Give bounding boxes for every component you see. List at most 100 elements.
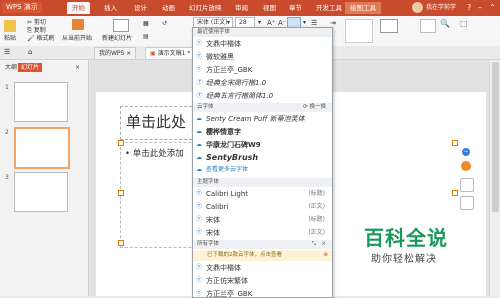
vertical-scrollbar[interactable] [489, 60, 500, 296]
cloud-download-notice[interactable]: 已下载的2款云字体，点击查看 ⊗ [193, 250, 332, 261]
paste-button[interactable]: 粘贴 [2, 33, 18, 45]
tab-home[interactable]: 开始 [67, 2, 90, 14]
tab-design[interactable]: 设计 [129, 2, 152, 14]
tab-animation[interactable]: 动画 [157, 2, 180, 14]
font-item[interactable]: ☁ Senty Cream Puff 新蒂泡芙体 [193, 113, 332, 125]
font-item[interactable]: Ⓣ 宋体 (正文) [193, 227, 332, 239]
font-item-label: SentyBrush [206, 153, 259, 162]
font-item[interactable]: ☁ SentyBrush [193, 152, 332, 164]
user-name[interactable]: 我在学前学 [426, 2, 456, 14]
more-cloud-fonts-link[interactable]: ☁ 查看更多云字体 [193, 164, 332, 176]
arrange-icon[interactable] [420, 19, 436, 33]
font-item[interactable]: Ⓣ 方正兰亭_GBK [193, 288, 332, 297]
tab-slides[interactable]: 幻灯片 [18, 63, 43, 72]
resize-handle[interactable] [118, 240, 124, 246]
more-cloud-fonts-label: 查看更多云字体 [206, 166, 249, 173]
body-placeholder[interactable]: • 单击此处添加 [120, 142, 201, 248]
font-item-label: Calibri Light [206, 190, 249, 198]
sidebar-toggle-icon[interactable]: ☰ [4, 48, 10, 56]
font-item-label: 宋体 [206, 216, 220, 224]
tab-view[interactable]: 视图 [258, 2, 281, 14]
font-type-icon: Ⓣ [196, 277, 203, 284]
font-item[interactable]: Ⓣ 方正仿宋繁体 [193, 275, 332, 287]
tab-section[interactable]: 章节 [284, 2, 307, 14]
close-icon[interactable]: × [126, 50, 131, 57]
avatar[interactable] [412, 2, 423, 13]
help-icon[interactable]: ? [467, 1, 471, 14]
shuffle-label: 换一换 [309, 104, 326, 110]
font-role-tag: (标题) [308, 216, 325, 223]
font-item[interactable]: Ⓣ 经典全宋简行楷1.0 [193, 77, 332, 89]
wps-logo[interactable]: WPS 演示 [2, 2, 42, 13]
font-item[interactable]: Ⓣ 文鼎中楷体 [193, 262, 332, 274]
font-item-label: 方正兰亭_GBK [206, 66, 253, 74]
font-type-icon: Ⓣ [196, 92, 203, 99]
resize-handle[interactable] [118, 190, 124, 196]
fill-icon[interactable] [460, 178, 474, 192]
font-role-tag: (标题) [308, 190, 325, 197]
font-item[interactable]: Ⓣ Calibri Light (标题) [193, 188, 332, 200]
scrollbar-thumb[interactable] [492, 62, 499, 212]
slide-thumbnail-2[interactable] [14, 127, 70, 169]
minimize-icon[interactable]: – [478, 1, 482, 14]
close-panel-icon[interactable]: × [75, 64, 80, 71]
find-icon[interactable]: 🔍 [440, 19, 450, 28]
layout-icon[interactable]: ▦ [143, 20, 149, 27]
tab-drawing-tools[interactable]: 绘图工具 [345, 2, 381, 14]
slide-thumbnail-3[interactable] [14, 172, 68, 212]
font-item[interactable]: Ⓣ 宋体 (标题) [193, 214, 332, 226]
tab-insert[interactable]: 插入 [99, 2, 122, 14]
tab-my-wps[interactable]: 我的WPS × [94, 47, 137, 59]
dismiss-icon[interactable]: ⊗ [323, 250, 328, 261]
font-type-icon: Ⓣ [196, 190, 203, 197]
format-painter-button[interactable]: 🖌 格式刷 [25, 33, 57, 45]
font-item[interactable]: Ⓣ 方正兰亭_GBK [193, 64, 332, 76]
collapse-icon[interactable]: ⤡ [312, 240, 316, 249]
font-type-icon: Ⓣ [196, 290, 203, 297]
thumb-number: 3 [5, 174, 9, 181]
font-item[interactable]: ☁ 樱桦情意字 [193, 126, 332, 138]
theme-fonts-header: 主题字体 [193, 178, 332, 187]
home-icon[interactable]: ⌂ [28, 48, 32, 56]
font-item-label: 经典全宋简行楷1.0 [206, 79, 267, 87]
tab-review[interactable]: 审阅 [230, 2, 253, 14]
tab-developer[interactable]: 开发工具 [311, 2, 347, 14]
font-item-label: 经典五言行楷简体1.0 [206, 92, 274, 100]
cloud-fonts-header-label: 云字体 [197, 104, 214, 110]
resize-handle[interactable] [118, 140, 124, 146]
from-current-button[interactable]: 从当前开始 [60, 33, 94, 45]
font-item-label: 文鼎中楷体 [206, 40, 241, 48]
tab-slideshow[interactable]: 幻灯片放映 [184, 2, 227, 14]
font-type-icon: Ⓣ [196, 66, 203, 73]
section-icon[interactable]: ▤ [143, 33, 149, 40]
new-slide-icon[interactable] [113, 19, 129, 32]
minus-icon[interactable]: − [462, 148, 470, 156]
font-item[interactable]: Ⓣ 文鼎中楷体 [193, 38, 332, 50]
outline-icon[interactable] [460, 196, 474, 210]
textbox-icon[interactable] [380, 19, 398, 33]
tab-presentation-1-label: 演示文稿1 * [157, 50, 191, 57]
shape-gallery[interactable] [345, 19, 373, 43]
play-from-current-icon[interactable] [72, 19, 84, 30]
reset-icon[interactable]: ↺ [162, 20, 167, 27]
font-item[interactable]: Ⓣ Calibri (正文) [193, 201, 332, 213]
font-dropdown[interactable]: 最近使用字体 Ⓣ 文鼎中楷体 Ⓣ 微软雅黑 Ⓣ 方正兰亭_GBK Ⓣ 经典全宋简行楷1.… [192, 27, 333, 298]
quick-tools-strip: − [458, 144, 478, 214]
all-fonts-header-label: 所有字体 [197, 241, 220, 247]
font-item[interactable]: Ⓣ 微软雅黑 [193, 51, 332, 63]
font-item[interactable]: ☁ 华康龙门石碑W9 [193, 139, 332, 151]
cloud-font-icon: ☁ [196, 115, 202, 122]
new-slide-button[interactable]: 新建幻灯片 [100, 33, 134, 45]
paste-icon[interactable] [4, 20, 16, 32]
font-item-label: 方正仿宋繁体 [206, 277, 248, 285]
close-icon[interactable]: × [321, 240, 326, 249]
slide-thumbnail-1[interactable] [14, 82, 68, 122]
select-icon[interactable]: ⬚ [460, 19, 468, 28]
shape-style-icon[interactable] [461, 161, 471, 171]
shuffle-button[interactable]: ⟳ 换一换 [303, 103, 326, 112]
font-type-icon: Ⓣ [196, 264, 203, 271]
chevron-up-icon[interactable]: ⌃ [489, 1, 496, 14]
font-item[interactable]: Ⓣ 经典五言行楷简体1.0 [193, 90, 332, 102]
all-fonts-header: 所有字体 ⤡ × [193, 240, 332, 249]
user-area[interactable]: 我在学前学 ? – ⌃ [412, 1, 500, 15]
